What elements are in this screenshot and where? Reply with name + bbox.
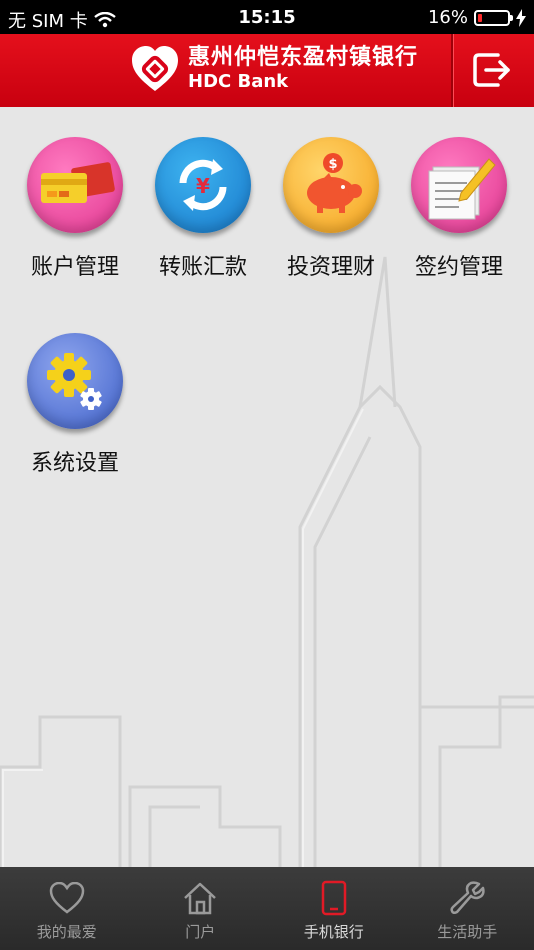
menu-tile-settings[interactable]: 系统设置: [15, 333, 135, 477]
piggy-bank-icon: $: [307, 153, 362, 213]
bank-card-icon: [41, 162, 115, 203]
tab-life-assistant[interactable]: 生活助手: [401, 867, 534, 950]
bank-name-en: HDC Bank: [188, 71, 289, 92]
tab-label-life-assistant: 生活助手: [437, 923, 498, 941]
bank-name-cn: 惠州仲恺东盈村镇银行: [188, 45, 419, 70]
menu-label-settings: 系统设置: [30, 451, 119, 476]
settings-circle: [27, 333, 123, 429]
transfer-circle: ¥: [155, 137, 251, 233]
contract-circle: [411, 137, 507, 233]
tab-favorites[interactable]: 我的最爱: [0, 867, 134, 950]
menu-tile-contract[interactable]: 签约管理: [399, 137, 519, 281]
menu-label-account: 账户管理: [30, 255, 119, 280]
menu-tile-investment[interactable]: $ 投资理财: [271, 137, 391, 281]
account-circle: [27, 137, 123, 233]
menu-label-contract: 签约管理: [414, 255, 503, 280]
settings-icon: [47, 353, 102, 410]
main-content: 账户管理 ¥ 转账汇款 $ 投资理财 签约管理 系统设置: [0, 107, 534, 867]
heart-icon: [49, 882, 85, 914]
logout-icon: [473, 53, 510, 87]
charging-icon: [516, 8, 526, 27]
bank-brand: 惠州仲恺东盈村镇银行 HDC Bank: [130, 44, 418, 94]
svg-text:¥: ¥: [196, 174, 210, 198]
transfer-icon: ¥: [179, 159, 227, 211]
svg-text:$: $: [328, 157, 337, 172]
status-right: 16%: [428, 7, 526, 28]
bank-logo-icon: [132, 46, 178, 91]
tab-mobile-banking[interactable]: 手机银行: [267, 867, 401, 950]
investment-circle: $: [283, 137, 379, 233]
menu-tile-transfer[interactable]: ¥ 转账汇款: [143, 137, 263, 281]
wrench-icon: [450, 881, 485, 915]
logout-button[interactable]: [460, 44, 524, 96]
phone-icon: [321, 880, 346, 916]
menu-label-transfer: 转账汇款: [158, 255, 247, 280]
app-header: 惠州仲恺东盈村镇银行 HDC Bank: [0, 34, 534, 107]
battery-fill: [478, 13, 483, 22]
tab-portal[interactable]: 门户: [134, 867, 268, 950]
tab-label-portal: 门户: [185, 923, 216, 941]
tab-label-mobile-banking: 手机银行: [303, 923, 364, 941]
battery-percent: 16%: [427, 7, 468, 28]
status-bar: 无 SIM 卡 15:15 16%: [0, 0, 534, 34]
menu-tile-account[interactable]: 账户管理: [15, 137, 135, 281]
contract-icon: [428, 158, 496, 220]
battery-icon: [474, 9, 513, 26]
menu-label-investment: 投资理财: [286, 255, 375, 280]
header-divider: [451, 34, 453, 107]
bottom-tab-bar: 我的最爱 门户 手机银行 生活助手: [0, 867, 534, 950]
home-icon: [184, 882, 217, 915]
tab-label-favorites: 我的最爱: [36, 923, 97, 941]
